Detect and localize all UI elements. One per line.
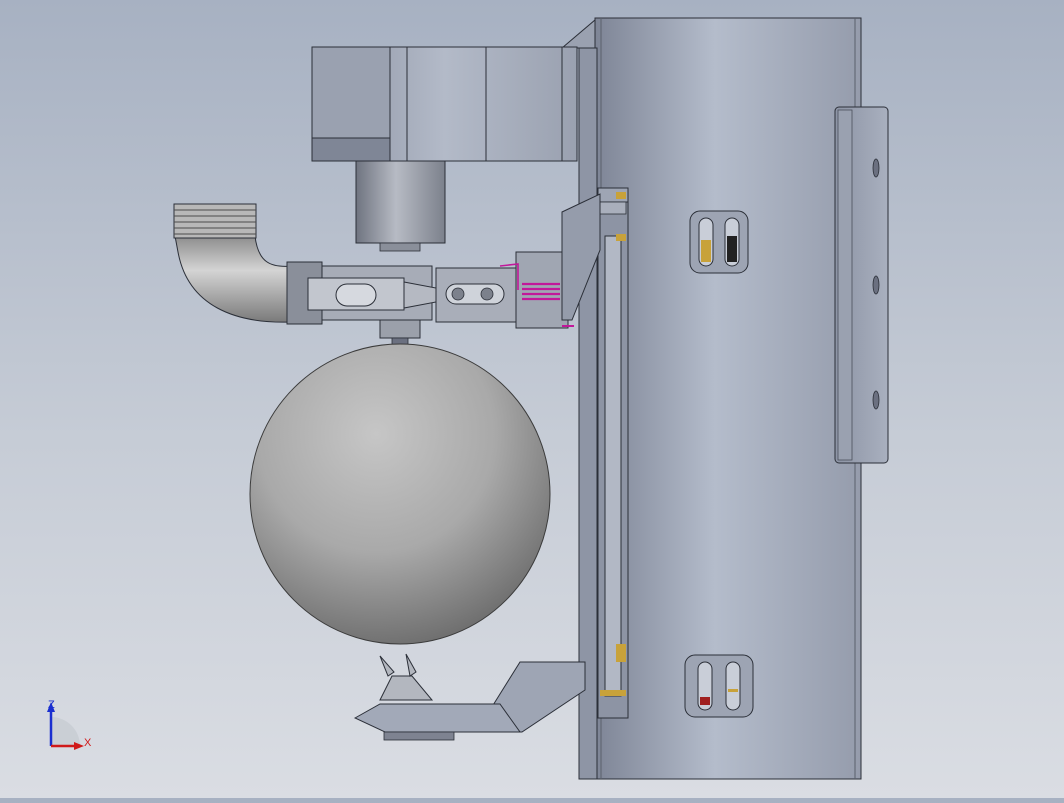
bracket-bolt bbox=[872, 158, 880, 178]
side-mount-bracket bbox=[834, 106, 889, 464]
upper-arm bbox=[311, 46, 578, 162]
float-valve-assembly bbox=[173, 17, 889, 780]
lower-sight-slot bbox=[684, 654, 754, 718]
float-ball bbox=[249, 343, 551, 645]
cad-viewport[interactable]: Z X bbox=[0, 0, 1064, 798]
x-axis-label: X bbox=[84, 737, 92, 749]
valve-post bbox=[355, 160, 446, 252]
bracket-bolt bbox=[872, 390, 880, 410]
inlet-pipe-elbow bbox=[173, 203, 293, 323]
xz-axis-triad-icon: Z X bbox=[47, 699, 92, 750]
z-axis-label: Z bbox=[48, 699, 55, 711]
bracket-bolt bbox=[872, 275, 880, 295]
guide-rail bbox=[597, 187, 629, 719]
coordinate-triad: Z X bbox=[40, 696, 100, 756]
upper-sight-slot bbox=[689, 210, 749, 274]
